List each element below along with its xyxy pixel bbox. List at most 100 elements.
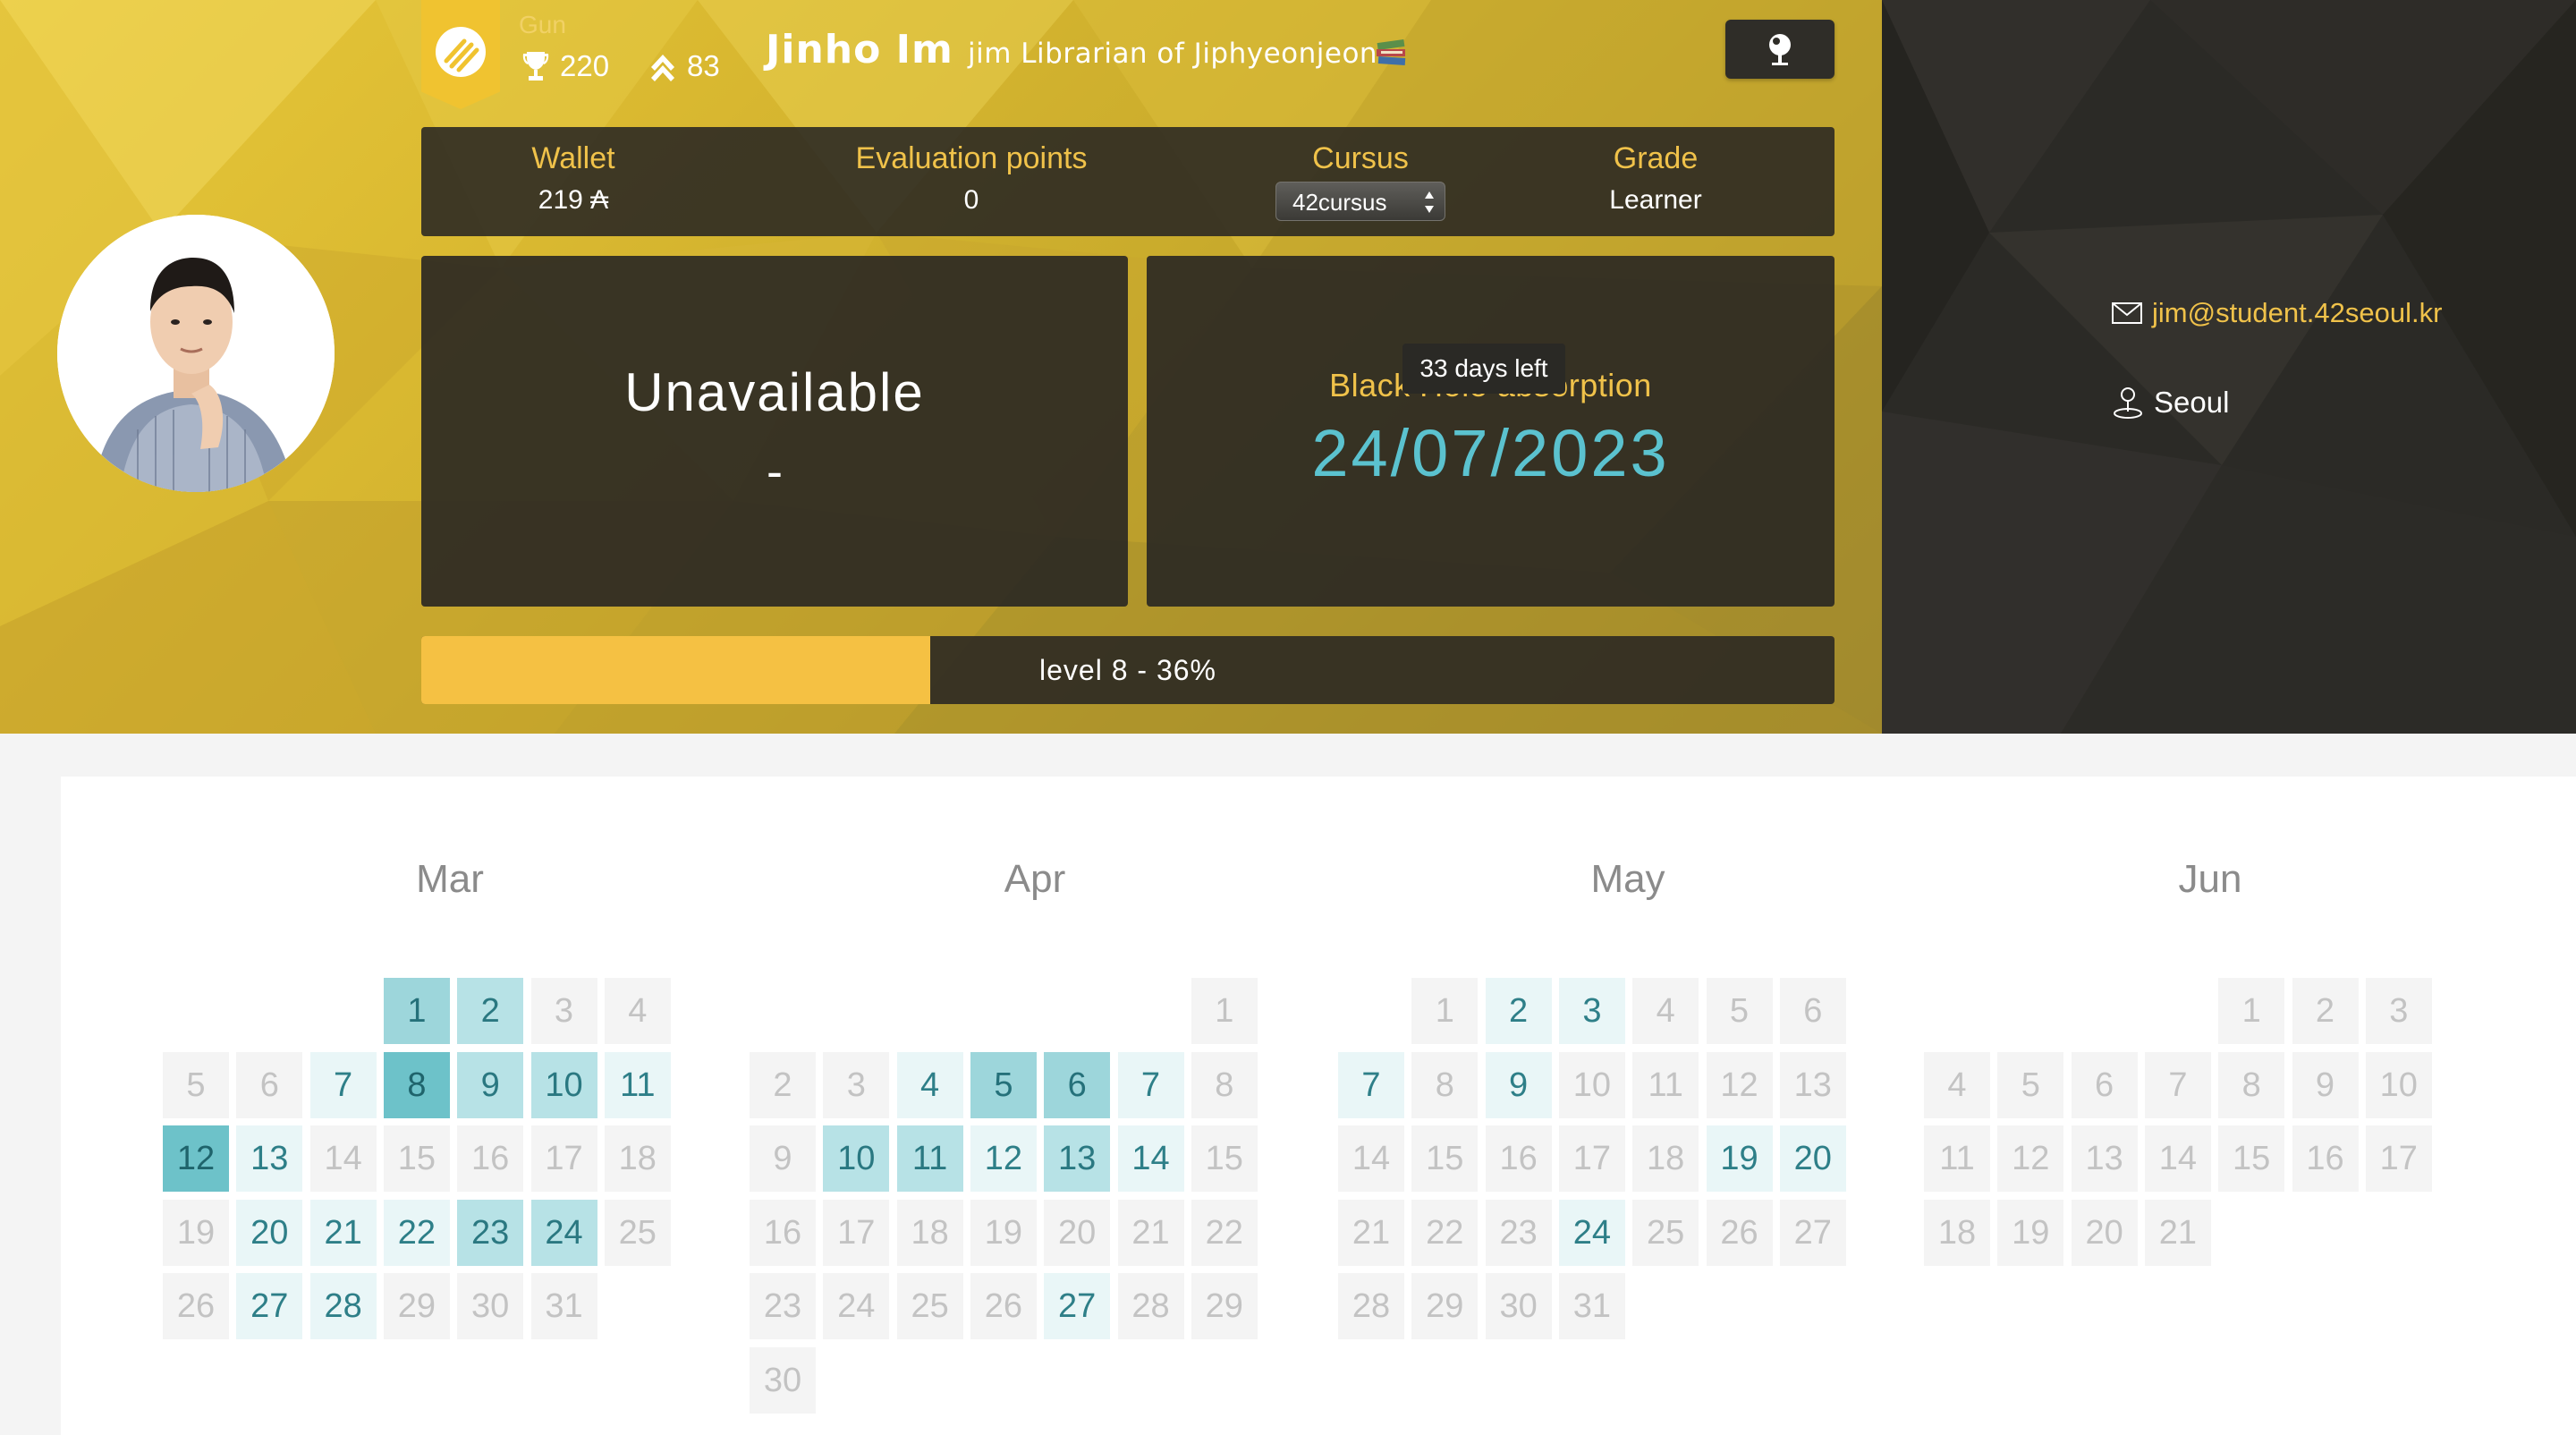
calendar-day[interactable]: 6 xyxy=(236,1051,303,1118)
calendar-day[interactable]: 19 xyxy=(970,1199,1037,1266)
calendar-day[interactable]: 11 xyxy=(1632,1051,1699,1118)
calendar-day[interactable]: 5 xyxy=(1706,978,1773,1044)
location-button[interactable] xyxy=(1725,20,1835,79)
calendar-day[interactable]: 13 xyxy=(1044,1125,1111,1192)
calendar-day[interactable]: 2 xyxy=(457,978,524,1044)
calendar-day[interactable]: 15 xyxy=(1191,1125,1258,1192)
calendar-day[interactable]: 5 xyxy=(970,1051,1037,1118)
calendar-day[interactable]: 7 xyxy=(1117,1051,1184,1118)
calendar-day[interactable]: 6 xyxy=(1044,1051,1111,1118)
calendar-day[interactable]: 20 xyxy=(1044,1199,1111,1266)
calendar-day[interactable]: 30 xyxy=(750,1346,816,1414)
calendar-day[interactable]: 17 xyxy=(1558,1125,1625,1192)
calendar-day[interactable]: 22 xyxy=(1411,1199,1479,1266)
calendar-day[interactable]: 16 xyxy=(1485,1125,1552,1192)
calendar-day[interactable]: 18 xyxy=(1924,1199,1990,1266)
calendar-day[interactable]: 1 xyxy=(1191,978,1258,1044)
calendar-day[interactable]: 1 xyxy=(383,978,450,1044)
calendar-day[interactable]: 13 xyxy=(1779,1051,1846,1118)
calendar-day[interactable]: 16 xyxy=(457,1125,524,1192)
calendar-day[interactable]: 15 xyxy=(2218,1125,2285,1192)
cursus-select[interactable]: 42cursus xyxy=(1275,182,1445,221)
calendar-day[interactable]: 9 xyxy=(2292,1051,2359,1118)
calendar-day[interactable]: 2 xyxy=(750,1051,816,1118)
calendar-day[interactable]: 23 xyxy=(1485,1199,1552,1266)
calendar-day[interactable]: 3 xyxy=(530,978,597,1044)
calendar-day[interactable]: 3 xyxy=(823,1051,890,1118)
calendar-day[interactable]: 15 xyxy=(383,1125,450,1192)
calendar-day[interactable]: 29 xyxy=(1191,1273,1258,1339)
calendar-day[interactable]: 24 xyxy=(823,1273,890,1339)
calendar-day[interactable]: 14 xyxy=(2144,1125,2211,1192)
calendar-day[interactable]: 13 xyxy=(236,1125,303,1192)
calendar-day[interactable]: 15 xyxy=(1411,1125,1479,1192)
calendar-day[interactable]: 12 xyxy=(163,1125,229,1192)
calendar-day[interactable]: 20 xyxy=(2071,1199,2138,1266)
calendar-day[interactable]: 17 xyxy=(530,1125,597,1192)
calendar-day[interactable]: 25 xyxy=(1632,1199,1699,1266)
calendar-day[interactable]: 30 xyxy=(1485,1273,1552,1339)
calendar-day[interactable]: 12 xyxy=(970,1125,1037,1192)
calendar-day[interactable]: 10 xyxy=(1558,1051,1625,1118)
calendar-day[interactable]: 27 xyxy=(1779,1199,1846,1266)
calendar-day[interactable]: 27 xyxy=(1044,1273,1111,1339)
calendar-day[interactable]: 18 xyxy=(604,1125,671,1192)
calendar-day[interactable]: 14 xyxy=(1117,1125,1184,1192)
avatar[interactable] xyxy=(57,215,335,492)
calendar-day[interactable]: 10 xyxy=(2365,1051,2432,1118)
calendar-day[interactable]: 12 xyxy=(1706,1051,1773,1118)
calendar-day[interactable]: 23 xyxy=(750,1273,816,1339)
calendar-day[interactable]: 22 xyxy=(1191,1199,1258,1266)
calendar-day[interactable]: 5 xyxy=(1997,1051,2064,1118)
calendar-day[interactable]: 22 xyxy=(383,1199,450,1266)
calendar-day[interactable]: 30 xyxy=(457,1273,524,1339)
calendar-day[interactable]: 31 xyxy=(530,1273,597,1339)
calendar-day[interactable]: 10 xyxy=(823,1125,890,1192)
coalition-flag[interactable] xyxy=(421,0,500,109)
calendar-day[interactable]: 31 xyxy=(1558,1273,1625,1339)
calendar-day[interactable]: 9 xyxy=(1485,1051,1552,1118)
calendar-day[interactable]: 7 xyxy=(309,1051,377,1118)
calendar-day[interactable]: 26 xyxy=(1706,1199,1773,1266)
calendar-day[interactable]: 28 xyxy=(1117,1273,1184,1339)
calendar-day[interactable]: 11 xyxy=(896,1125,963,1192)
calendar-day[interactable]: 21 xyxy=(1338,1199,1404,1266)
calendar-day[interactable]: 3 xyxy=(1558,978,1625,1044)
email-link[interactable]: jim@student.42seoul.kr xyxy=(2111,297,2442,329)
calendar-day[interactable]: 27 xyxy=(236,1273,303,1339)
calendar-day[interactable]: 19 xyxy=(1706,1125,1773,1192)
calendar-day[interactable]: 8 xyxy=(1411,1051,1479,1118)
calendar-day[interactable]: 19 xyxy=(1997,1199,2064,1266)
calendar-day[interactable]: 12 xyxy=(1997,1125,2064,1192)
calendar-day[interactable]: 2 xyxy=(2292,978,2359,1044)
calendar-day[interactable]: 4 xyxy=(1924,1051,1990,1118)
calendar-day[interactable]: 3 xyxy=(2365,978,2432,1044)
calendar-day[interactable]: 16 xyxy=(2292,1125,2359,1192)
calendar-day[interactable]: 18 xyxy=(896,1199,963,1266)
calendar-day[interactable]: 4 xyxy=(896,1051,963,1118)
calendar-day[interactable]: 7 xyxy=(2144,1051,2211,1118)
calendar-day[interactable]: 21 xyxy=(1117,1199,1184,1266)
calendar-day[interactable]: 25 xyxy=(896,1273,963,1339)
calendar-day[interactable]: 28 xyxy=(309,1273,377,1339)
calendar-day[interactable]: 14 xyxy=(309,1125,377,1192)
calendar-day[interactable]: 8 xyxy=(1191,1051,1258,1118)
calendar-day[interactable]: 11 xyxy=(604,1051,671,1118)
calendar-day[interactable]: 14 xyxy=(1338,1125,1404,1192)
calendar-day[interactable]: 21 xyxy=(309,1199,377,1266)
calendar-day[interactable]: 4 xyxy=(1632,978,1699,1044)
calendar-day[interactable]: 21 xyxy=(2144,1199,2211,1266)
calendar-day[interactable]: 8 xyxy=(2218,1051,2285,1118)
calendar-day[interactable]: 2 xyxy=(1485,978,1552,1044)
calendar-day[interactable]: 20 xyxy=(236,1199,303,1266)
calendar-day[interactable]: 23 xyxy=(457,1199,524,1266)
calendar-day[interactable]: 17 xyxy=(2365,1125,2432,1192)
calendar-day[interactable]: 24 xyxy=(530,1199,597,1266)
calendar-day[interactable]: 19 xyxy=(163,1199,229,1266)
calendar-day[interactable]: 7 xyxy=(1338,1051,1404,1118)
calendar-day[interactable]: 6 xyxy=(2071,1051,2138,1118)
calendar-day[interactable]: 25 xyxy=(604,1199,671,1266)
calendar-day[interactable]: 29 xyxy=(1411,1273,1479,1339)
calendar-day[interactable]: 16 xyxy=(750,1199,816,1266)
calendar-day[interactable]: 28 xyxy=(1338,1273,1404,1339)
